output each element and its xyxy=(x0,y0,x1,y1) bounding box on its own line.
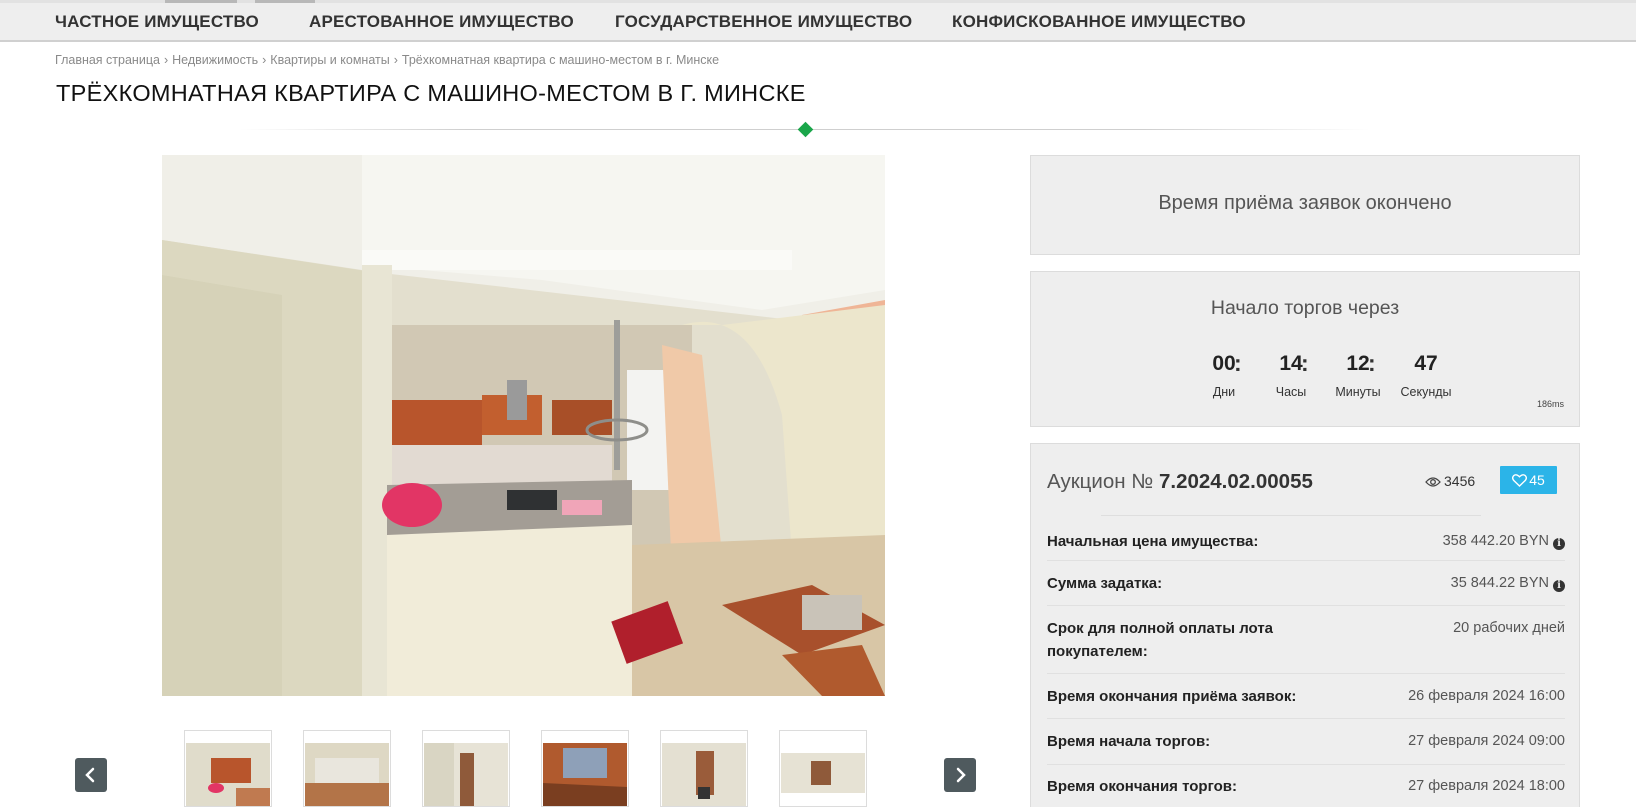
breadcrumb: Главная страница › Недвижимость › Квартиры и… xyxy=(55,53,719,67)
detail-key: Срок для полной оплаты лота покупателем: xyxy=(1047,620,1274,660)
countdown-days-label: Дни xyxy=(1212,385,1236,399)
favorites-count: 45 xyxy=(1529,472,1545,488)
detail-row-trading-end: Время окончания торгов: 27 февраля 2024 … xyxy=(1047,765,1565,810)
start-price-value: 358 442.20 BYN xyxy=(1442,533,1549,549)
breadcrumb-real-estate[interactable]: Недвижимость xyxy=(172,53,258,67)
countdown-seconds-label: Секунды xyxy=(1400,385,1452,399)
thumbnail-image xyxy=(305,743,389,806)
detail-row-trading-start: Время начала торгов: 27 февраля 2024 09:… xyxy=(1047,719,1565,765)
nav-item-state-property[interactable]: ГОСУДАРСТВЕННОЕ ИМУЩЕСТВО xyxy=(615,12,912,32)
detail-key: Начальная цена имущества: xyxy=(1047,533,1259,550)
auction-divider xyxy=(1101,515,1481,516)
auction-number: 7.2024.02.00055 xyxy=(1158,470,1313,493)
detail-key: Время окончания торгов: xyxy=(1047,778,1238,795)
countdown-seconds: 47 Секунды xyxy=(1396,352,1456,399)
top-navigation: ЧАСТНОЕ ИМУЩЕСТВО АРЕСТОВАННОЕ ИМУЩЕСТВО… xyxy=(0,0,1636,42)
countdown-seconds-value: 47 xyxy=(1414,352,1438,375)
detail-value: 20 рабочих дней xyxy=(1453,620,1565,636)
thumbnail-image xyxy=(186,743,270,806)
countdown-separator: : xyxy=(1301,350,1309,376)
thumbnail-image xyxy=(781,743,865,806)
auction-label: Аукцион № xyxy=(1047,470,1154,493)
countdown-minutes-value: 12 xyxy=(1346,352,1370,375)
info-icon[interactable]: i xyxy=(1553,538,1565,550)
auction-details-panel: Аукцион № 7.2024.02.00055 3456 45 Началь… xyxy=(1030,443,1580,807)
breadcrumb-separator: › xyxy=(262,53,267,67)
apartment-kitchen-photo xyxy=(162,155,885,696)
thumbnail-image xyxy=(662,743,746,806)
countdown-minutes: 12 Минуты xyxy=(1328,352,1388,399)
nav-item-private-property[interactable]: ЧАСТНОЕ ИМУЩЕСТВО xyxy=(55,12,259,32)
nav-decoration xyxy=(255,0,315,3)
detail-key: Сумма задатка: xyxy=(1047,575,1163,592)
gallery-thumbnail[interactable] xyxy=(541,730,629,807)
countdown-title: Начало торгов через xyxy=(1210,297,1400,319)
breadcrumb-separator: › xyxy=(163,53,169,67)
detail-row-applications-end: Время окончания приёма заявок: 26 феврал… xyxy=(1047,674,1565,719)
countdown-hours-value: 14 xyxy=(1279,352,1303,375)
breadcrumb-apartments[interactable]: Квартиры и комнаты xyxy=(270,53,389,67)
countdown-hours-label: Часы xyxy=(1275,385,1307,399)
detail-row-payment-term: Срок для полной оплаты лота покупателем:… xyxy=(1047,606,1565,674)
breadcrumb-current: Трёхкомнатная квартира с машино-местом в… xyxy=(401,53,720,67)
application-closed-message: Время приёма заявок окончено xyxy=(1158,192,1452,214)
auction-title: Аукцион № 7.2024.02.00055 xyxy=(1047,470,1313,494)
detail-value: 358 442.20 BYN i xyxy=(1443,530,1565,553)
info-icon[interactable]: i xyxy=(1553,580,1565,592)
gallery-thumbnail[interactable] xyxy=(422,730,510,807)
breadcrumb-separator: › xyxy=(393,53,398,67)
countdown-days: 00 Дни xyxy=(1194,352,1254,399)
detail-key: Время окончания приёма заявок: xyxy=(1047,688,1297,705)
thumbnail-image xyxy=(424,743,508,806)
nav-decoration xyxy=(165,0,237,3)
detail-value: 27 февраля 2024 18:00 xyxy=(1408,778,1565,794)
deposit-value: 35 844.22 BYN xyxy=(1450,575,1549,591)
gallery-thumbnail[interactable] xyxy=(660,730,748,807)
detail-value: 27 февраля 2024 09:00 xyxy=(1408,733,1565,749)
gallery-next-button[interactable] xyxy=(944,758,976,792)
divider-diamond-icon xyxy=(797,121,814,138)
favorite-button[interactable]: 45 xyxy=(1500,466,1557,494)
breadcrumb-home[interactable]: Главная страница xyxy=(55,53,160,67)
chevron-left-icon xyxy=(85,767,95,783)
countdown-separator: : xyxy=(1368,350,1376,376)
countdown-days-value: 00 xyxy=(1212,352,1236,375)
views-counter: 3456 xyxy=(1425,473,1475,489)
gallery-thumbnail[interactable] xyxy=(779,730,867,807)
heart-icon xyxy=(1512,474,1528,487)
countdown-hours: 14 Часы xyxy=(1261,352,1321,399)
chevron-right-icon xyxy=(956,767,966,783)
countdown-ms: 186ms xyxy=(1536,399,1564,409)
gallery-thumbnail[interactable] xyxy=(184,730,272,807)
detail-value: 26 февраля 2024 16:00 xyxy=(1408,688,1565,704)
page-title: ТРЁХКОМНАТНАЯ КВАРТИРА С МАШИНО-МЕСТОМ В… xyxy=(56,80,806,106)
thumbnail-image xyxy=(543,743,627,806)
detail-row-start-price: Начальная цена имущества: 358 442.20 BYN… xyxy=(1047,528,1565,561)
detail-row-deposit: Сумма задатка: 35 844.22 BYN i xyxy=(1047,561,1565,606)
countdown-separator: : xyxy=(1234,350,1242,376)
views-count: 3456 xyxy=(1444,473,1476,489)
detail-key: Время начала торгов: xyxy=(1047,733,1211,750)
application-status-panel: Время приёма заявок окончено xyxy=(1030,155,1580,255)
countdown-minutes-label: Минуты xyxy=(1335,385,1381,399)
gallery-prev-button[interactable] xyxy=(75,758,107,792)
gallery-thumbnail[interactable] xyxy=(303,730,391,807)
nav-item-arrested-property[interactable]: АРЕСТОВАННОЕ ИМУЩЕСТВО xyxy=(309,12,574,32)
detail-value: 35 844.22 BYN i xyxy=(1451,572,1565,595)
main-photo[interactable] xyxy=(162,155,885,696)
nav-item-confiscated-property[interactable]: КОНФИСКОВАННОЕ ИМУЩЕСТВО xyxy=(952,12,1246,32)
countdown-panel: Начало торгов через 00 Дни : 14 Часы : 1… xyxy=(1030,271,1580,427)
eye-icon xyxy=(1425,477,1441,487)
